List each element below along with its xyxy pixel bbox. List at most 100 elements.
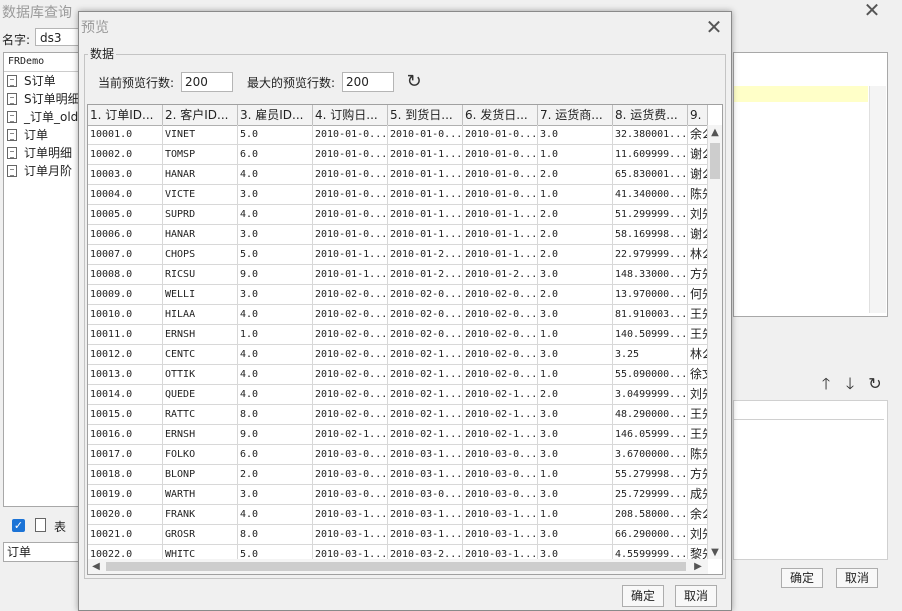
- table-cell: 3.0: [538, 545, 613, 559]
- table-cell: 2010-01-0...: [313, 185, 388, 205]
- refresh-icon[interactable]: ↻: [404, 72, 424, 92]
- table-cell: 2010-03-0...: [313, 465, 388, 485]
- table-row[interactable]: 10011.0 ERNSH 1.0 2010-02-0... 2010-02-0... 2…: [88, 325, 708, 345]
- table-cell: 1.0: [538, 145, 613, 165]
- horizontal-scrollbar[interactable]: ◀ ▶: [88, 559, 708, 574]
- table-cell: 10010.0: [88, 305, 163, 325]
- table-row[interactable]: 10006.0 HANAR 3.0 2010-01-0... 2010-01-1... 2…: [88, 225, 708, 245]
- table-cell: 3.0: [538, 305, 613, 325]
- tree-item-label: S订单: [24, 74, 56, 88]
- table-cell: SUPRD: [163, 205, 238, 225]
- table-row[interactable]: 10010.0 HILAA 4.0 2010-02-0... 2010-02-0... 2…: [88, 305, 708, 325]
- column-header[interactable]: 8. 运货费...: [613, 105, 688, 125]
- tree-item[interactable]: 订单: [4, 126, 82, 144]
- table-cell: 3.0: [538, 345, 613, 365]
- table-cell: 1.0: [538, 365, 613, 385]
- table-row[interactable]: 10021.0 GROSR 8.0 2010-03-1... 2010-03-1... 2…: [88, 525, 708, 545]
- vertical-scrollbar[interactable]: ▲ ▼: [708, 125, 722, 559]
- tree-item[interactable]: S订单明细: [4, 90, 82, 108]
- group-label: 数据: [88, 45, 117, 62]
- table-cell: 刘先: [688, 205, 708, 225]
- table-cell: 3.25: [613, 345, 688, 365]
- table-row[interactable]: 10001.0 VINET 5.0 2010-01-0... 2010-01-0... 2…: [88, 125, 708, 145]
- table-cell: 3.0: [538, 125, 613, 145]
- table-filter-input[interactable]: 订单: [3, 542, 83, 562]
- table-row[interactable]: 10015.0 RATTC 8.0 2010-02-0... 2010-02-1... 2…: [88, 405, 708, 425]
- arrow-up-icon[interactable]: 🡑: [818, 376, 834, 392]
- column-header[interactable]: 6. 发货日...: [463, 105, 538, 125]
- table-row[interactable]: 10022.0 WHITC 5.0 2010-03-1... 2010-03-2... 2…: [88, 545, 708, 559]
- column-header[interactable]: 5. 到货日...: [388, 105, 463, 125]
- table-cell: 10006.0: [88, 225, 163, 245]
- tree-item[interactable]: S订单: [4, 72, 82, 90]
- vertical-scroll-thumb[interactable]: [710, 143, 720, 179]
- table-row[interactable]: 10007.0 CHOPS 5.0 2010-01-1... 2010-01-2... 2…: [88, 245, 708, 265]
- table-cell: 2.0: [538, 225, 613, 245]
- table-cell: RICSU: [163, 265, 238, 285]
- table-cell: 2010-03-1...: [463, 525, 538, 545]
- scroll-up-icon[interactable]: ▲: [708, 127, 722, 139]
- scroll-left-icon[interactable]: ◀: [90, 560, 102, 573]
- parameter-panel[interactable]: [733, 400, 888, 560]
- current-rows-input[interactable]: 200: [181, 72, 233, 92]
- table-row[interactable]: 10008.0 RICSU 9.0 2010-01-1... 2010-01-2... 2…: [88, 265, 708, 285]
- table-cell: 陈先: [688, 445, 708, 465]
- table-row[interactable]: 10016.0 ERNSH 9.0 2010-02-1... 2010-02-1... 2…: [88, 425, 708, 445]
- table-row[interactable]: 10018.0 BLONP 2.0 2010-03-0... 2010-03-1... 2…: [88, 465, 708, 485]
- column-header[interactable]: 4. 订购日...: [313, 105, 388, 125]
- tree-item-label: 订单明细: [24, 146, 73, 160]
- table-cell: 10014.0: [88, 385, 163, 405]
- column-header[interactable]: 9.: [688, 105, 708, 125]
- table-cell: WARTH: [163, 485, 238, 505]
- table-row[interactable]: 10002.0 TOMSP 6.0 2010-01-0... 2010-01-1... 2…: [88, 145, 708, 165]
- table-row[interactable]: 10013.0 OTTIK 4.0 2010-02-0... 2010-02-1... 2…: [88, 365, 708, 385]
- table-cell: 140.50999...: [613, 325, 688, 345]
- table-cell: 2010-03-0...: [463, 485, 538, 505]
- table-row[interactable]: 10020.0 FRANK 4.0 2010-03-1... 2010-03-1... 2…: [88, 505, 708, 525]
- tree-item-label: _订单_old: [24, 110, 79, 124]
- tree-item[interactable]: _订单_old: [4, 108, 82, 126]
- connection-label[interactable]: FRDemo: [4, 53, 82, 72]
- max-rows-input[interactable]: 200: [342, 72, 394, 92]
- table-row[interactable]: 10005.0 SUPRD 4.0 2010-01-0... 2010-01-1... 2…: [88, 205, 708, 225]
- table-row[interactable]: 10009.0 WELLI 3.0 2010-02-0... 2010-02-0... 2…: [88, 285, 708, 305]
- horizontal-scroll-thumb[interactable]: [106, 562, 686, 571]
- bg-close-icon[interactable]: ✕: [862, 0, 882, 20]
- show-table-checkbox[interactable]: ✓: [12, 519, 25, 532]
- table-cell: GROSR: [163, 525, 238, 545]
- ok-button[interactable]: 确定: [622, 585, 664, 607]
- scroll-right-icon[interactable]: ▶: [692, 560, 704, 573]
- arrow-down-icon[interactable]: 🡓: [842, 376, 858, 392]
- table-cell: 8.0: [238, 525, 313, 545]
- table-row[interactable]: 10003.0 HANAR 4.0 2010-01-0... 2010-01-1... 2…: [88, 165, 708, 185]
- tree-item[interactable]: 订单月阶: [4, 162, 82, 180]
- table-row[interactable]: 10014.0 QUEDE 4.0 2010-02-0... 2010-02-1... 2…: [88, 385, 708, 405]
- table-row[interactable]: 10004.0 VICTE 3.0 2010-01-0... 2010-01-1... 2…: [88, 185, 708, 205]
- close-icon[interactable]: ✕: [703, 16, 725, 38]
- column-header[interactable]: 1. 订单ID...: [88, 105, 163, 125]
- table-cell: HANAR: [163, 165, 238, 185]
- preview-table[interactable]: 1. 订单ID... 2. 客户ID... 3. 雇员ID... 4. 订购日... 5…: [87, 104, 723, 575]
- table-body[interactable]: 10001.0 VINET 5.0 2010-01-0... 2010-01-0... 2…: [88, 125, 708, 559]
- sql-scrollbar[interactable]: [869, 86, 886, 313]
- table-cell: 2010-01-1...: [388, 185, 463, 205]
- table-cell: 2010-01-1...: [463, 245, 538, 265]
- table-cell: 2010-01-0...: [463, 145, 538, 165]
- column-header[interactable]: 7. 运货商...: [538, 105, 613, 125]
- tree-item[interactable]: 订单明细: [4, 144, 82, 162]
- table-row[interactable]: 10017.0 FOLKO 6.0 2010-03-0... 2010-03-1... 2…: [88, 445, 708, 465]
- cancel-button[interactable]: 取消: [675, 585, 717, 607]
- table-tree[interactable]: FRDemo S订单 S订单明细 _订单_old 订单订单明细订单月阶: [3, 52, 83, 507]
- scroll-down-icon[interactable]: ▼: [708, 547, 722, 559]
- parameter-row[interactable]: [734, 401, 884, 420]
- refresh-params-icon[interactable]: ↻: [867, 376, 883, 392]
- bg-ok-button[interactable]: 确定: [781, 568, 823, 588]
- table-cell: 10020.0: [88, 505, 163, 525]
- table-row[interactable]: 10019.0 WARTH 3.0 2010-03-0... 2010-03-0... 2…: [88, 485, 708, 505]
- column-header[interactable]: 2. 客户ID...: [163, 105, 238, 125]
- table-row[interactable]: 10012.0 CENTC 4.0 2010-02-0... 2010-02-1... 2…: [88, 345, 708, 365]
- column-header[interactable]: 3. 雇员ID...: [238, 105, 313, 125]
- table-cell: 谢么: [688, 145, 708, 165]
- bg-cancel-button[interactable]: 取消: [836, 568, 878, 588]
- table-cell: 2010-02-0...: [313, 305, 388, 325]
